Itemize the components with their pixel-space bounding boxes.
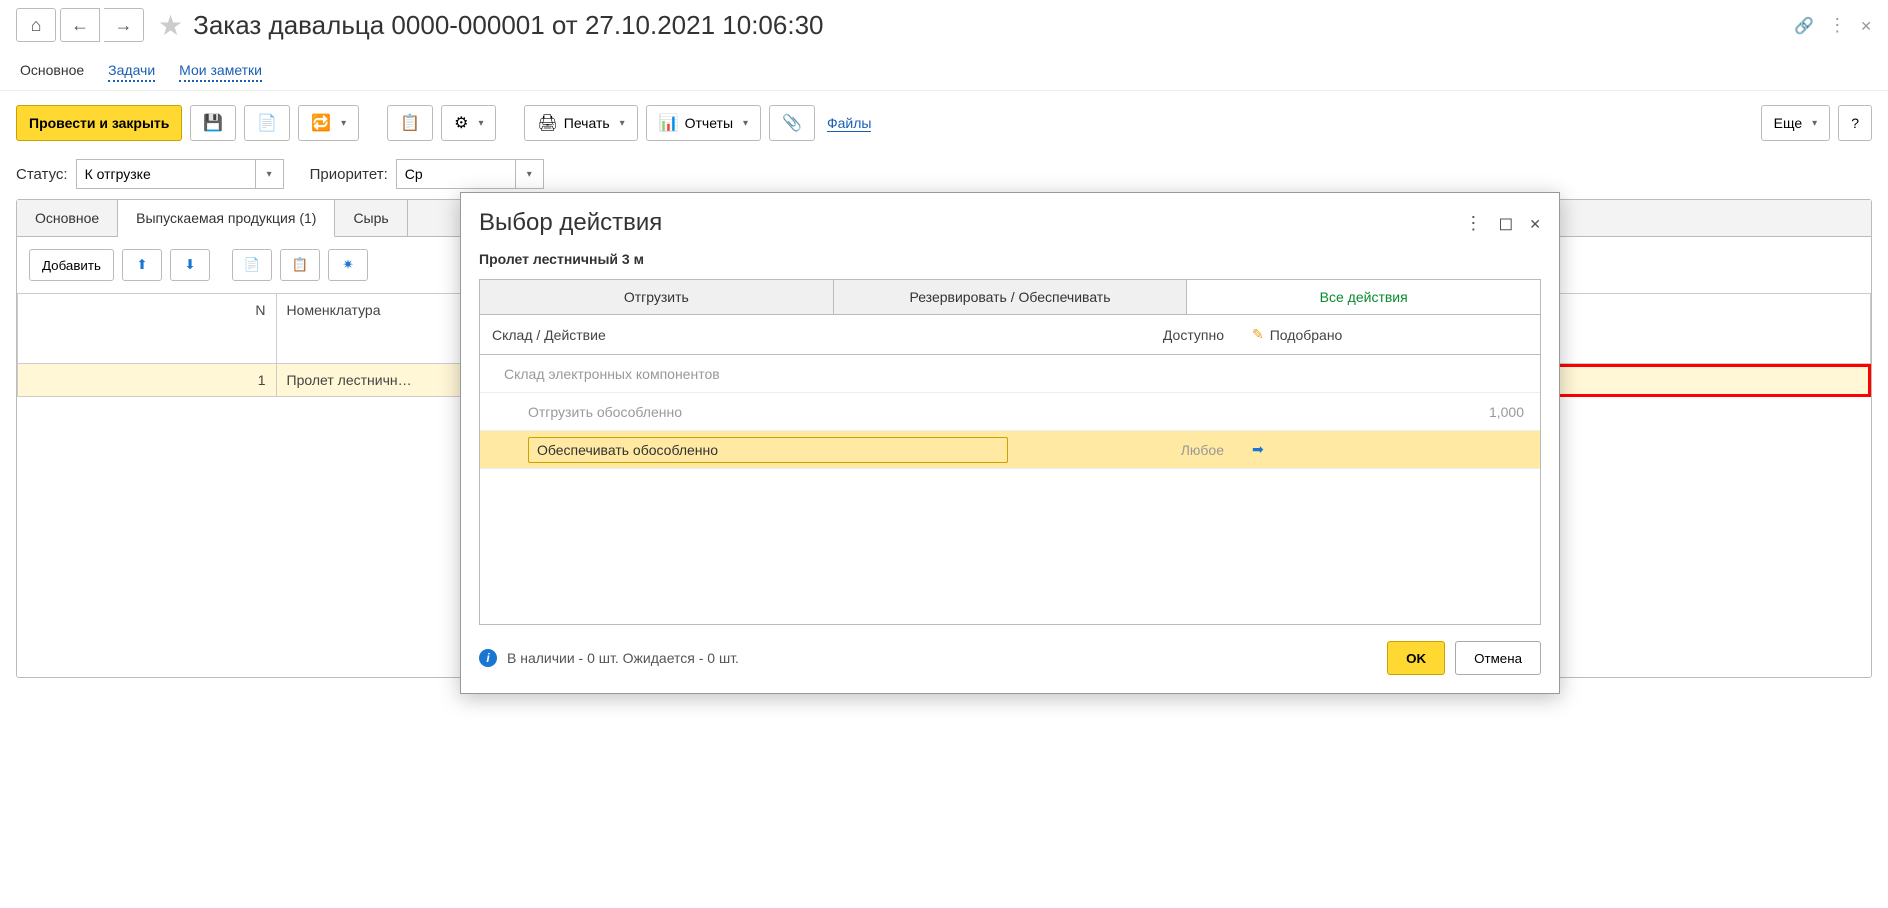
files-link[interactable]: Файлы	[827, 115, 871, 132]
arrow-right-blue-icon[interactable]: ➡	[1252, 441, 1264, 458]
copy-icon: 📄	[244, 257, 261, 273]
row-ship-label: Отгрузить обособленно	[480, 404, 1020, 420]
arrow-down-icon: ⬇	[184, 257, 195, 273]
paste-icon: 📋	[292, 257, 309, 273]
modal-close-icon[interactable]	[1529, 213, 1541, 234]
tab-products[interactable]: Выпускаемая продукция (1)	[118, 200, 335, 237]
modal-row-group[interactable]: Склад электронных компонентов	[480, 355, 1540, 393]
status-dropdown-icon[interactable]: ▾	[256, 159, 284, 189]
priority-select[interactable]	[396, 159, 516, 189]
favorite-star-icon[interactable]: ★	[158, 9, 183, 42]
help-button[interactable]: ?	[1838, 105, 1872, 141]
row-provide-label[interactable]: Обеспечивать обособленно	[528, 437, 1008, 463]
reports-icon: 📊	[659, 113, 679, 133]
priority-dropdown-icon[interactable]: ▾	[516, 159, 544, 189]
movement-icon: ⚙	[454, 113, 468, 133]
print-button[interactable]: 🖨Печать	[524, 105, 637, 141]
forward-button[interactable]	[104, 8, 144, 42]
home-button[interactable]	[16, 8, 56, 42]
ok-button[interactable]: OK	[1387, 641, 1445, 675]
modal-subtitle: Пролет лестничный 3 м	[461, 241, 1559, 279]
post-button[interactable]: 📄	[244, 105, 290, 141]
close-icon[interactable]	[1860, 15, 1872, 36]
row-provide-available: Любое	[1181, 442, 1224, 458]
back-button[interactable]	[60, 8, 100, 42]
supply-icon: ✷	[342, 257, 353, 273]
col-warehouse-action[interactable]: Склад / Действие	[480, 327, 1020, 343]
col-header-n[interactable]: N	[18, 294, 277, 364]
col-selected[interactable]: ✎Подобрано	[1240, 326, 1540, 343]
save-icon: 💾	[203, 113, 223, 133]
priority-label: Приоритет:	[310, 166, 388, 183]
reports-button[interactable]: 📊Отчеты	[646, 105, 761, 141]
paste-button[interactable]: 📋	[280, 249, 320, 281]
post-and-close-button[interactable]: Провести и закрыть	[16, 105, 182, 141]
modal-table-header: Склад / Действие Доступно ✎Подобрано	[480, 315, 1540, 355]
modal-row-provide[interactable]: Обеспечивать обособленно Любое ➡	[480, 431, 1540, 469]
tab-main[interactable]: Основное	[17, 200, 118, 236]
modal-row-ship[interactable]: Отгрузить обособленно 1,000	[480, 393, 1540, 431]
seg-tab-ship[interactable]: Отгрузить	[480, 280, 834, 314]
copy-button[interactable]: 📄	[232, 249, 272, 281]
move-up-button[interactable]: ⬆	[122, 249, 162, 281]
seg-tab-all[interactable]: Все действия	[1187, 280, 1540, 314]
home-icon	[31, 15, 42, 36]
more-button[interactable]: Еще	[1761, 105, 1831, 141]
arrow-up-icon: ⬆	[136, 257, 147, 273]
modal-title: Выбор действия	[479, 209, 662, 237]
group-label: Склад электронных компонентов	[492, 366, 1020, 382]
list-button[interactable]: 📋	[387, 105, 433, 141]
arrow-right-icon	[115, 15, 133, 36]
attach-button[interactable]: 📎	[769, 105, 815, 141]
link-icon[interactable]	[1794, 15, 1814, 36]
arrow-left-icon	[71, 15, 89, 36]
save-button[interactable]: 💾	[190, 105, 236, 141]
doc-flow-icon: 🔁	[311, 113, 331, 133]
page-title: Заказ давальца 0000-000001 от 27.10.2021…	[193, 10, 823, 41]
footer-info-text: В наличии - 0 шт. Ожидается - 0 шт.	[507, 650, 739, 666]
movement-button[interactable]: ⚙	[441, 105, 496, 141]
row-ship-value: 1,000	[1489, 404, 1524, 420]
modal-footer-info: i В наличии - 0 шт. Ожидается - 0 шт.	[479, 649, 739, 667]
seg-tab-reserve[interactable]: Резервировать / Обеспечивать	[834, 280, 1188, 314]
col-available[interactable]: Доступно	[1020, 327, 1240, 343]
modal-more-icon[interactable]	[1464, 213, 1482, 234]
more-icon[interactable]	[1828, 15, 1846, 36]
top-tab-tasks[interactable]: Задачи	[108, 62, 155, 82]
list-icon: 📋	[400, 113, 420, 133]
info-icon: i	[479, 649, 497, 667]
doc-flow-button[interactable]: 🔁	[298, 105, 359, 141]
pencil-icon: ✎	[1252, 326, 1264, 343]
status-label: Статус:	[16, 166, 68, 183]
post-icon: 📄	[257, 113, 277, 133]
cell-n[interactable]: 1	[18, 364, 277, 397]
top-tab-notes[interactable]: Мои заметки	[179, 62, 262, 82]
modal-maximize-icon[interactable]: ◻	[1498, 213, 1513, 234]
attach-icon: 📎	[782, 113, 802, 133]
cancel-button[interactable]: Отмена	[1455, 641, 1541, 675]
supply-button[interactable]: ✷	[328, 249, 368, 281]
action-selection-modal: Выбор действия ◻ Пролет лестничный 3 м О…	[460, 192, 1560, 694]
move-down-button[interactable]: ⬇	[170, 249, 210, 281]
nav-group	[60, 8, 148, 42]
tab-raw[interactable]: Сырь	[335, 200, 407, 236]
add-row-button[interactable]: Добавить	[29, 249, 114, 281]
status-select[interactable]	[76, 159, 256, 189]
top-tab-main[interactable]: Основное	[20, 62, 84, 82]
print-icon: 🖨	[537, 113, 557, 133]
